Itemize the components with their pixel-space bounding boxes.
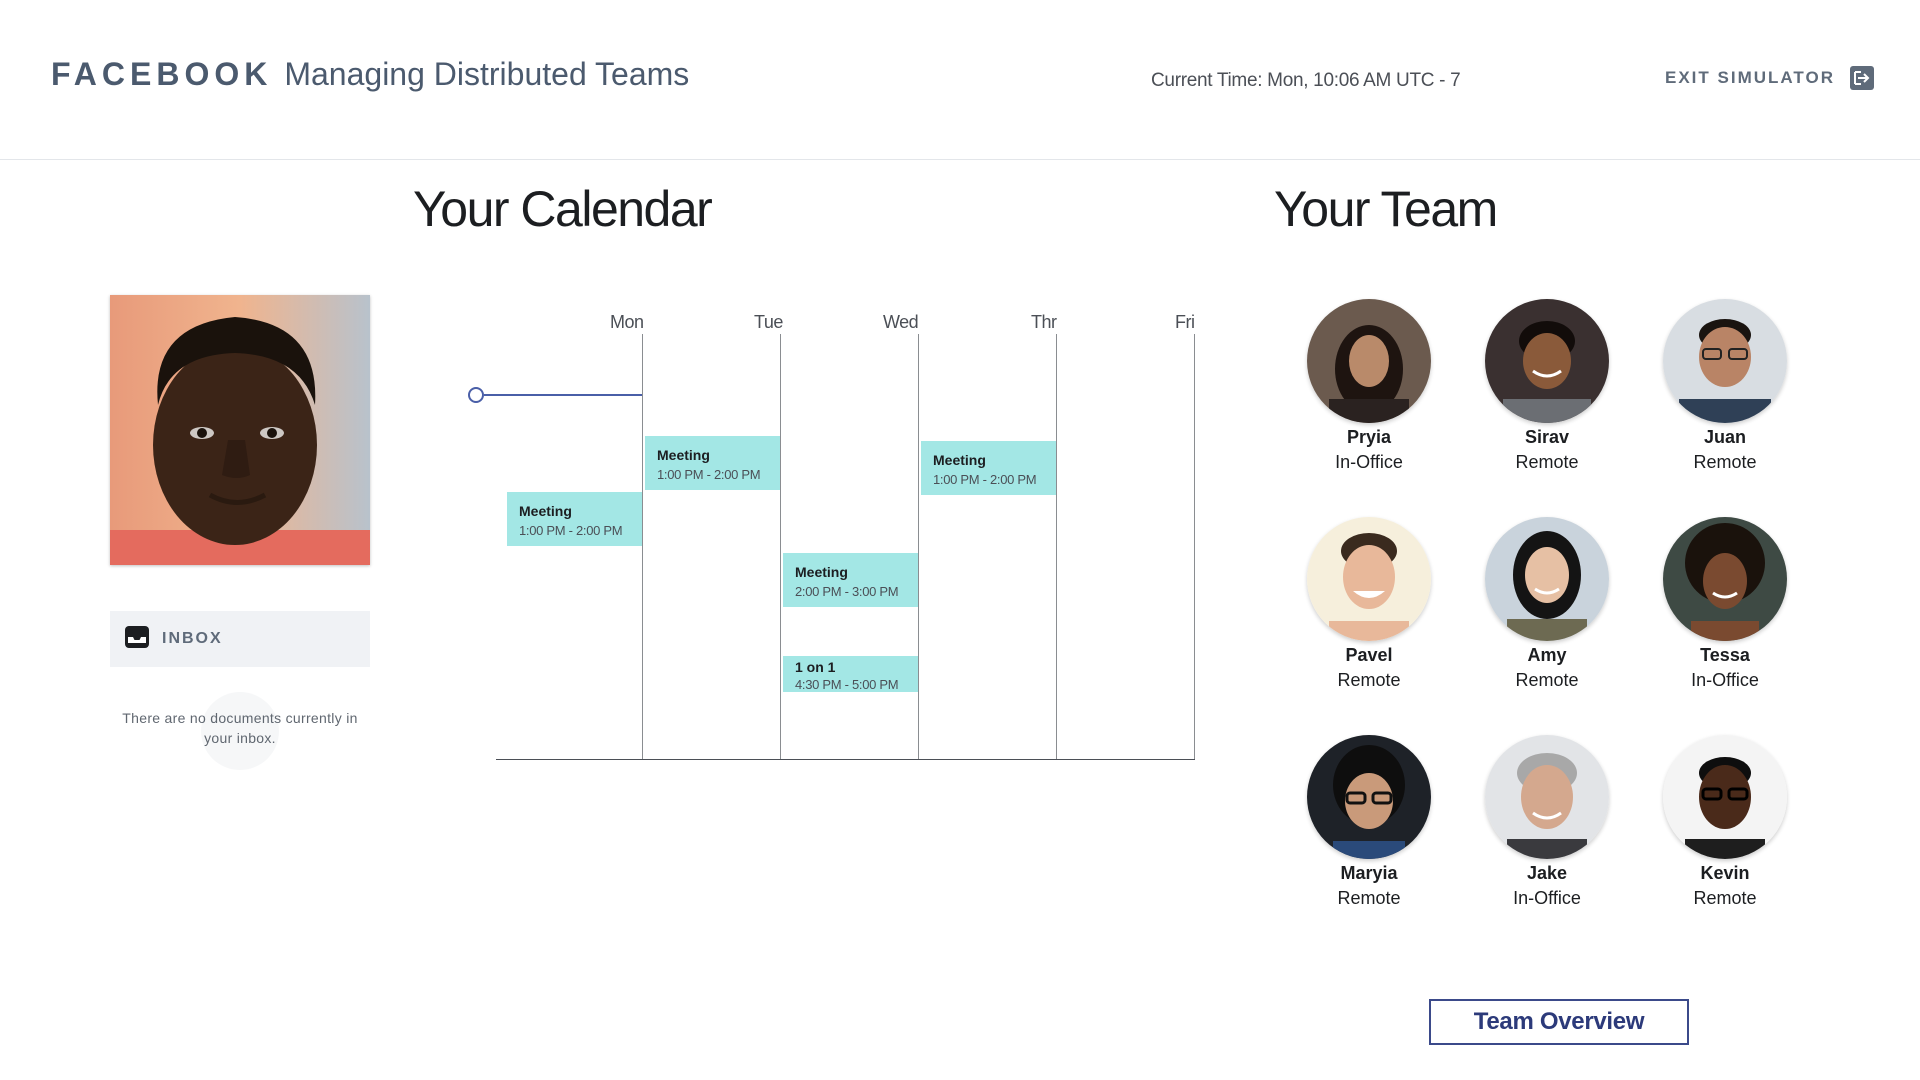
member-name: Juan: [1703, 427, 1746, 447]
team-member-card[interactable]: Maryia Remote: [1294, 735, 1444, 909]
calendar-event[interactable]: Meeting 2:00 PM - 3:00 PM: [783, 553, 918, 607]
current-time-line: [484, 394, 642, 396]
team-overview-button[interactable]: Team Overview: [1429, 999, 1689, 1045]
day-label-tue: Tue: [754, 312, 783, 332]
event-title: Meeting: [933, 452, 986, 468]
calendar-event[interactable]: 1 on 1 4:30 PM - 5:00 PM: [783, 656, 918, 692]
inbox-tray-icon: [124, 625, 150, 654]
day-divider: [1056, 334, 1057, 759]
member-name: Amy: [1527, 645, 1567, 665]
member-status: Remote: [1693, 452, 1757, 472]
avatar: [1307, 299, 1431, 423]
day-label-wed: Wed: [883, 312, 919, 332]
day-label-thr: Thr: [1031, 312, 1057, 332]
avatar: [1663, 299, 1787, 423]
member-name: Jake: [1526, 863, 1568, 883]
member-status: In-Office: [1691, 670, 1759, 690]
current-time: Current Time: Mon, 10:06 AM UTC - 7: [1151, 70, 1461, 91]
member-status: Remote: [1337, 670, 1401, 690]
member-name: Kevin: [1700, 863, 1750, 883]
team-member-card[interactable]: Jake In-Office: [1472, 735, 1622, 909]
avatar: [1485, 517, 1609, 641]
exit-arrow-icon: [1850, 66, 1874, 90]
inbox-empty-message: There are no documents currently in your…: [122, 710, 358, 746]
avatar: [1663, 517, 1787, 641]
team-member-card[interactable]: Juan Remote: [1650, 299, 1800, 473]
member-status: Remote: [1693, 888, 1757, 908]
current-time-marker: [468, 387, 484, 403]
event-title: 1 on 1: [795, 659, 836, 675]
event-title: Meeting: [795, 564, 848, 580]
member-status: In-Office: [1513, 888, 1581, 908]
event-title: Meeting: [519, 503, 572, 519]
member-status: In-Office: [1335, 452, 1403, 472]
inbox-panel[interactable]: INBOX: [110, 611, 370, 667]
inbox-label: INBOX: [162, 630, 223, 647]
facebook-logo: FACEBOOK: [51, 56, 273, 92]
event-time: 1:00 PM - 2:00 PM: [657, 467, 761, 482]
team-title: Your Team: [1274, 181, 1498, 237]
calendar-event[interactable]: Meeting 1:00 PM - 2:00 PM: [645, 436, 780, 490]
exit-simulator-label: EXIT SIMULATOR: [1665, 68, 1835, 87]
event-time: 2:00 PM - 3:00 PM: [795, 584, 899, 599]
app-title: Managing Distributed Teams: [284, 56, 690, 92]
day-divider: [1194, 334, 1195, 759]
exit-simulator-button[interactable]: EXIT SIMULATOR: [1665, 66, 1874, 90]
top-header: FACEBOOK Managing Distributed Teams Curr…: [0, 0, 1920, 160]
calendar-title: Your Calendar: [413, 181, 713, 237]
event-title: Meeting: [657, 447, 710, 463]
day-label-fri: Fri: [1175, 312, 1195, 332]
avatar: [1663, 735, 1787, 859]
member-status: Remote: [1515, 452, 1579, 472]
day-divider: [780, 334, 781, 759]
day-divider: [918, 334, 919, 759]
brand: FACEBOOK Managing Distributed Teams: [51, 56, 689, 93]
day-divider: [642, 334, 643, 759]
avatar: [1307, 517, 1431, 641]
member-status: Remote: [1515, 670, 1579, 690]
calendar-event[interactable]: Meeting 1:00 PM - 2:00 PM: [507, 492, 642, 546]
calendar-event[interactable]: Meeting 1:00 PM - 2:00 PM: [921, 441, 1056, 495]
member-status: Remote: [1337, 888, 1401, 908]
calendar-baseline: [496, 759, 1195, 760]
team-member-card[interactable]: Kevin Remote: [1650, 735, 1800, 909]
team-member-card[interactable]: Tessa In-Office: [1650, 517, 1800, 691]
member-name: Pavel: [1345, 645, 1393, 665]
team-member-card[interactable]: Sirav Remote: [1472, 299, 1622, 473]
member-name: Tessa: [1700, 645, 1750, 665]
member-name: Sirav: [1524, 427, 1570, 447]
member-name: Pryia: [1346, 427, 1392, 447]
team-member-card[interactable]: Amy Remote: [1472, 517, 1622, 691]
avatar: [1485, 299, 1609, 423]
event-time: 1:00 PM - 2:00 PM: [519, 523, 623, 538]
team-member-card[interactable]: Pryia In-Office: [1294, 299, 1444, 473]
team-member-card[interactable]: Pavel Remote: [1294, 517, 1444, 691]
day-label-mon: Mon: [610, 312, 644, 332]
event-time: 1:00 PM - 2:00 PM: [933, 472, 1037, 487]
avatar: [1307, 735, 1431, 859]
event-time: 4:30 PM - 5:00 PM: [795, 677, 899, 692]
avatar: [1485, 735, 1609, 859]
user-profile-photo: [110, 295, 370, 565]
member-name: Maryia: [1340, 863, 1398, 883]
